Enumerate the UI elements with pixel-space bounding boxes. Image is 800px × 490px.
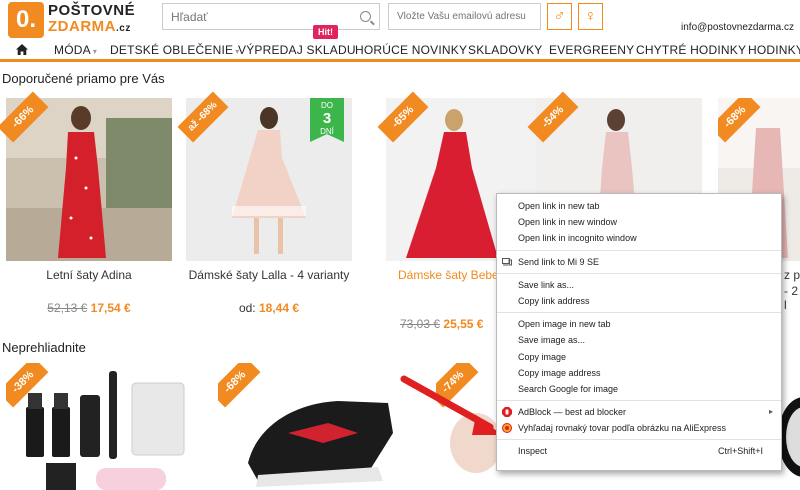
nav-item-chytre-hodinky[interactable]: CHYTRÉ HODINKY [636, 43, 746, 57]
new-price: 17,54 € [90, 301, 131, 315]
old-price: 73,03 € [400, 317, 441, 331]
menu-send-link-to-device[interactable]: Send link to Mi 9 SE [497, 254, 781, 270]
logo-mark: 0. [8, 2, 44, 38]
annotation-arrow-icon [400, 375, 502, 435]
logo-text-line1: POŠTOVNÉ [48, 2, 136, 19]
product-card[interactable]: -38% [6, 363, 206, 490]
product-name[interactable]: - 2 l [784, 284, 800, 312]
nav-item-hodinky[interactable]: HODINKY [748, 43, 800, 57]
product-price: 52,13 € 17,54 € [6, 301, 172, 315]
product-price: od: 18,44 € [238, 301, 300, 315]
device-icon [502, 257, 512, 266]
menu-search-google-for-image[interactable]: Search Google for image [497, 381, 781, 397]
hit-badge: Hit! [313, 25, 338, 39]
female-subscribe-button[interactable]: ♀ [578, 3, 603, 30]
search-box [162, 3, 380, 30]
main-nav: MÓDA ▾ DETSKÉ OBLEČENIE ▾ VÝPREDAJ SKLADU … [0, 40, 800, 62]
nav-item-moda[interactable]: MÓDA ▾ [54, 43, 97, 57]
old-price: 52,13 € [47, 301, 88, 315]
male-subscribe-button[interactable]: ♂ [547, 3, 572, 30]
site-logo[interactable]: 0. POŠTOVNÉ ZDARMA.cz [8, 2, 158, 38]
product-card[interactable]: -68% [218, 363, 408, 490]
menu-adblock[interactable]: AdBlock — best ad blocker ▸ [497, 404, 781, 420]
product-name[interactable]: z p [784, 268, 800, 282]
context-menu: Open link in new tab Open link in new wi… [496, 193, 782, 471]
newsletter-email-input[interactable] [389, 4, 539, 29]
menu-copy-link-address[interactable]: Copy link address [497, 293, 781, 309]
menu-open-link-new-tab[interactable]: Open link in new tab [497, 198, 781, 214]
section-title-dont-miss: Neprehliadnite [2, 340, 86, 355]
menu-separator [497, 400, 781, 402]
contact-email-link[interactable]: info@postovnezdarma.cz [681, 22, 794, 33]
logo-text-line2: ZDARMA.cz [48, 18, 131, 35]
menu-open-image-new-tab[interactable]: Open image in new tab [497, 316, 781, 332]
nav-item-horuce-novinky[interactable]: HORÚCE NOVINKY [355, 43, 467, 57]
section-title-recommended: Doporučené priamo pre Vás [2, 71, 165, 86]
menu-copy-image-address[interactable]: Copy image address [497, 365, 781, 381]
product-name[interactable]: Dámské šaty Lalla - 4 varianty [186, 268, 352, 282]
aliexpress-icon [502, 423, 512, 434]
menu-separator [497, 272, 781, 274]
nav-item-evergreeny[interactable]: EVERGREENY [549, 43, 634, 57]
new-price: 25,55 € [443, 317, 484, 331]
home-icon[interactable] [16, 44, 28, 55]
menu-copy-image[interactable]: Copy image [497, 349, 781, 365]
nav-item-skladovky[interactable]: SKLADOVKY [468, 43, 543, 57]
menu-open-link-new-window[interactable]: Open link in new window [497, 214, 781, 230]
menu-separator [497, 439, 781, 441]
menu-open-link-incognito[interactable]: Open link in incognito window [497, 230, 781, 246]
chevron-down-icon: ▾ [92, 47, 98, 56]
menu-inspect[interactable]: Inspect Ctrl+Shift+I [497, 443, 781, 459]
new-price: 18,44 € [258, 301, 300, 315]
nav-item-vypredaj-skladu[interactable]: VÝPREDAJ SKLADU [238, 43, 356, 57]
menu-separator [497, 249, 781, 251]
adblock-icon [502, 407, 512, 418]
product-name[interactable]: Letní šaty Adina [6, 268, 172, 282]
menu-save-image-as[interactable]: Save image as... [497, 332, 781, 348]
nav-item-detske-oblecenie[interactable]: DETSKÉ OBLEČENIE ▾ [110, 43, 239, 57]
menu-save-link-as[interactable]: Save link as... [497, 277, 781, 293]
menu-aliexpress-image-search[interactable]: Vyhľadaj rovnaký tovar podľa obrázku na … [497, 420, 781, 436]
keyboard-shortcut: Ctrl+Shift+I [717, 446, 763, 457]
search-icon[interactable] [360, 11, 371, 22]
menu-separator [497, 312, 781, 314]
chevron-right-icon: ▸ [768, 407, 773, 417]
newsletter-box [388, 3, 541, 30]
